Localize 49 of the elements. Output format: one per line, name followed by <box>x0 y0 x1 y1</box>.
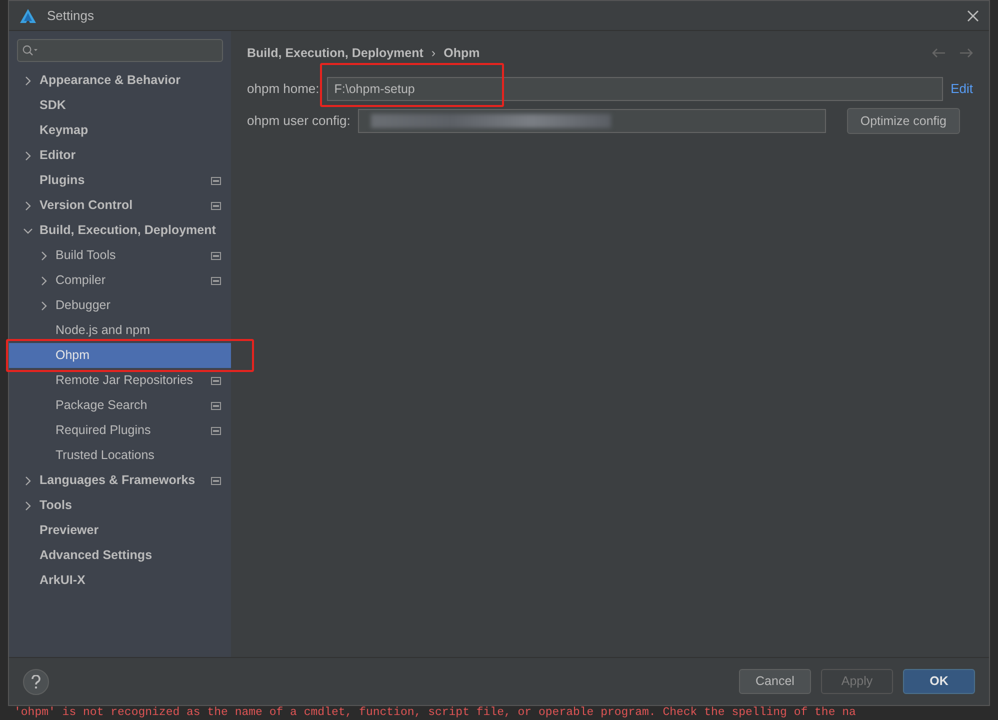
sidebar-item[interactable]: Ohpm <box>9 343 231 368</box>
sidebar-item[interactable]: Advanced Settings <box>9 543 223 568</box>
sidebar-item[interactable]: ArkUI-X <box>9 568 223 593</box>
window-title: Settings <box>47 6 94 25</box>
sidebar-item[interactable]: Tools <box>9 493 223 518</box>
console-error-text: 'ohpm' is not recognized as the name of a cmdlet, function, script file, or operable program. Check the spelling of the na <box>14 707 856 719</box>
sidebar-item[interactable]: Required Plugins <box>9 418 223 443</box>
help-button[interactable] <box>23 668 49 694</box>
sidebar-item[interactable]: Debugger <box>9 293 223 318</box>
sidebar-item[interactable]: SDK <box>9 93 223 118</box>
chevron-right-icon[interactable] <box>23 200 33 210</box>
edit-link[interactable]: Edit <box>950 79 973 99</box>
optimize-config-button[interactable]: Optimize config <box>847 108 960 134</box>
breadcrumb-separator: › <box>431 44 436 62</box>
chevron-down-icon[interactable] <box>23 226 33 236</box>
sidebar-item[interactable]: Appearance & Behavior <box>9 68 223 93</box>
sidebar-item[interactable]: Previewer <box>9 518 223 543</box>
chevron-right-icon[interactable] <box>23 476 33 486</box>
sidebar-item[interactable]: Build, Execution, Deployment <box>9 218 223 243</box>
field-label: ohpm home: <box>247 80 320 98</box>
sidebar-item[interactable]: Version Control <box>9 193 223 218</box>
sidebar-item[interactable]: Compiler <box>9 268 223 293</box>
sidebar-item[interactable]: Node.js and npm <box>9 318 223 343</box>
chevron-right-icon[interactable] <box>39 300 49 310</box>
breadcrumb-item: Ohpm <box>444 44 480 62</box>
close-icon[interactable] <box>967 10 979 22</box>
chevron-right-icon[interactable] <box>23 500 33 510</box>
sidebar-item[interactable]: Plugins <box>9 168 223 193</box>
user-config-field[interactable] <box>358 109 826 133</box>
search-field[interactable] <box>17 39 223 62</box>
sidebar-item[interactable]: Editor <box>9 143 223 168</box>
sidebar-item[interactable]: Keymap <box>9 118 223 143</box>
sidebar-item[interactable]: Build Tools <box>9 243 223 268</box>
chevron-right-icon[interactable] <box>23 150 33 160</box>
dialog-button[interactable]: OK <box>903 669 975 694</box>
sidebar-item[interactable]: Languages & Frameworks <box>9 468 223 493</box>
sidebar-item[interactable]: Trusted Locations <box>9 443 223 468</box>
chevron-right-icon[interactable] <box>23 76 33 86</box>
chevron-right-icon[interactable] <box>39 250 49 260</box>
app-logo-icon <box>19 8 37 24</box>
sidebar-item[interactable]: Package Search <box>9 393 223 418</box>
search-icon <box>22 44 38 57</box>
question-mark-icon <box>31 674 41 688</box>
field-label: ohpm user config: <box>247 112 350 130</box>
ohpm-home-field[interactable]: F:\ohpm-setup <box>327 77 943 101</box>
chevron-right-icon[interactable] <box>39 276 49 286</box>
dialog-button[interactable]: Cancel <box>739 669 811 694</box>
breadcrumb-item: Build, Execution, Deployment <box>247 44 424 62</box>
sidebar-item[interactable]: Remote Jar Repositories <box>9 368 223 393</box>
